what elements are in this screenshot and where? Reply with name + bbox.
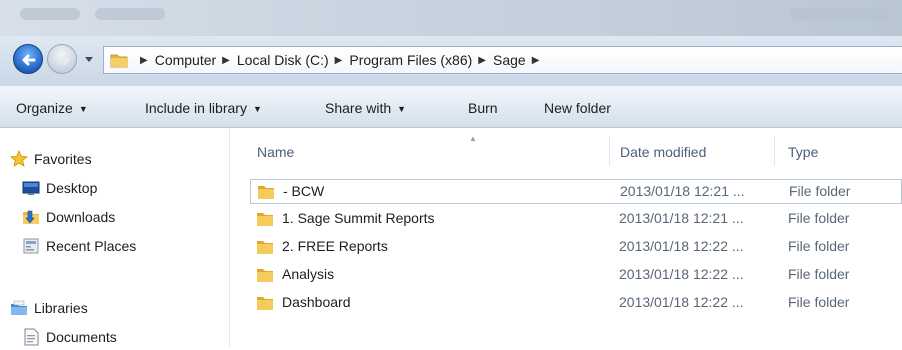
breadcrumb-item[interactable]: Sage xyxy=(493,52,526,68)
breadcrumb-item[interactable]: Computer xyxy=(155,52,216,68)
organize-button[interactable]: Organize ▼ xyxy=(16,100,88,116)
breadcrumb-item[interactable]: Program Files (x86) xyxy=(349,52,472,68)
folder-icon xyxy=(258,186,274,199)
column-divider[interactable] xyxy=(609,136,610,166)
breadcrumb-separator-icon[interactable]: ▶ xyxy=(222,55,230,66)
column-header-label: Name xyxy=(257,144,295,160)
sort-ascending-icon: ▲ xyxy=(469,134,477,143)
include-in-library-label: Include in library xyxy=(145,100,247,116)
nav-label: Downloads xyxy=(46,209,116,225)
libraries-icon xyxy=(10,299,28,317)
nav-downloads[interactable]: Downloads xyxy=(22,206,115,228)
chevron-down-icon: ▼ xyxy=(252,104,262,114)
back-arrow-icon xyxy=(22,54,36,66)
title-bar-blur xyxy=(95,8,165,20)
burn-button[interactable]: Burn xyxy=(468,100,498,116)
share-with-button[interactable]: Share with ▼ xyxy=(325,100,406,116)
address-bar[interactable]: ▶ Computer ▶ Local Disk (C:) ▶ Program F… xyxy=(103,46,902,74)
nav-libraries[interactable]: Libraries xyxy=(10,297,88,319)
table-row[interactable]: 1. Sage Summit Reports 2013/01/18 12:21 … xyxy=(250,207,902,232)
nav-label: Desktop xyxy=(46,180,98,196)
file-type: File folder xyxy=(788,294,850,310)
desktop-icon xyxy=(22,179,40,197)
documents-icon xyxy=(22,328,40,346)
table-row[interactable]: 2. FREE Reports 2013/01/18 12:22 ... Fil… xyxy=(250,235,902,260)
organize-label: Organize xyxy=(16,100,73,116)
file-type: File folder xyxy=(789,183,851,199)
column-header-date-modified[interactable]: Date modified xyxy=(620,134,770,170)
address-row: ▶ Computer ▶ Local Disk (C:) ▶ Program F… xyxy=(0,36,902,86)
command-bar: Organize ▼ Include in library ▼ Share with… xyxy=(0,86,902,128)
chevron-down-icon: ▼ xyxy=(78,104,88,114)
file-date: 2013/01/18 12:21 ... xyxy=(620,183,745,199)
file-name: 1. Sage Summit Reports xyxy=(282,210,435,226)
share-with-label: Share with xyxy=(325,100,392,116)
nav-label: Libraries xyxy=(34,300,88,316)
nav-label: Favorites xyxy=(34,151,92,167)
title-bar-blur xyxy=(20,8,80,20)
breadcrumb: ▶ Computer ▶ Local Disk (C:) ▶ Program F… xyxy=(134,47,546,73)
breadcrumb-item[interactable]: Local Disk (C:) xyxy=(237,52,329,68)
file-date: 2013/01/18 12:21 ... xyxy=(619,210,744,226)
column-header-label: Date modified xyxy=(620,144,707,160)
table-row[interactable]: Dashboard 2013/01/18 12:22 ... File fold… xyxy=(250,291,902,316)
file-type: File folder xyxy=(788,238,850,254)
table-row[interactable]: Analysis 2013/01/18 12:22 ... File folde… xyxy=(250,263,902,288)
file-name: Analysis xyxy=(282,266,335,282)
forward-button[interactable] xyxy=(47,44,77,74)
file-list: ▲ Name Date modified Type - BCW 2013/01/… xyxy=(230,128,902,347)
folder-icon xyxy=(257,297,273,310)
file-type: File folder xyxy=(788,266,850,282)
file-date: 2013/01/18 12:22 ... xyxy=(619,238,744,254)
breadcrumb-separator-icon[interactable]: ▶ xyxy=(478,55,486,66)
folder-icon xyxy=(257,241,273,254)
recent-pages-dropdown-icon[interactable] xyxy=(84,56,94,64)
include-in-library-button[interactable]: Include in library ▼ xyxy=(145,100,262,116)
new-folder-button[interactable]: New folder xyxy=(544,100,611,116)
recent-places-icon xyxy=(22,237,40,255)
breadcrumb-separator-icon[interactable]: ▶ xyxy=(532,55,540,66)
folder-icon xyxy=(110,54,128,68)
nav-desktop[interactable]: Desktop xyxy=(22,177,97,199)
file-date: 2013/01/18 12:22 ... xyxy=(619,294,744,310)
breadcrumb-separator-icon[interactable]: ▶ xyxy=(335,55,343,66)
file-date: 2013/01/18 12:22 ... xyxy=(619,266,744,282)
window-title-bar xyxy=(0,0,902,36)
column-header-type[interactable]: Type xyxy=(788,134,888,170)
table-row[interactable]: - BCW 2013/01/18 12:21 ... File folder xyxy=(250,179,902,204)
nav-label: Documents xyxy=(46,329,117,345)
file-name: - BCW xyxy=(283,183,325,199)
column-header-name[interactable]: ▲ Name xyxy=(257,134,597,170)
downloads-icon xyxy=(22,208,40,226)
nav-documents[interactable]: Documents xyxy=(22,326,117,348)
nav-label: Recent Places xyxy=(46,238,137,254)
column-header-label: Type xyxy=(788,144,819,160)
file-name: 2. FREE Reports xyxy=(282,238,388,254)
star-icon xyxy=(9,149,29,168)
column-divider[interactable] xyxy=(774,136,775,166)
chevron-down-icon: ▼ xyxy=(397,104,407,114)
nav-recent-places[interactable]: Recent Places xyxy=(22,235,136,257)
file-name: Dashboard xyxy=(282,294,351,310)
navigation-pane: Favorites Desktop Downloads Recent Place… xyxy=(0,128,230,347)
back-button[interactable] xyxy=(13,44,43,74)
file-type: File folder xyxy=(788,210,850,226)
folder-icon xyxy=(257,213,273,226)
folder-icon xyxy=(257,269,273,282)
breadcrumb-separator-icon[interactable]: ▶ xyxy=(140,55,148,66)
forward-arrow-icon xyxy=(56,54,70,66)
nav-favorites[interactable]: Favorites xyxy=(9,148,92,170)
title-bar-blur xyxy=(790,8,890,20)
